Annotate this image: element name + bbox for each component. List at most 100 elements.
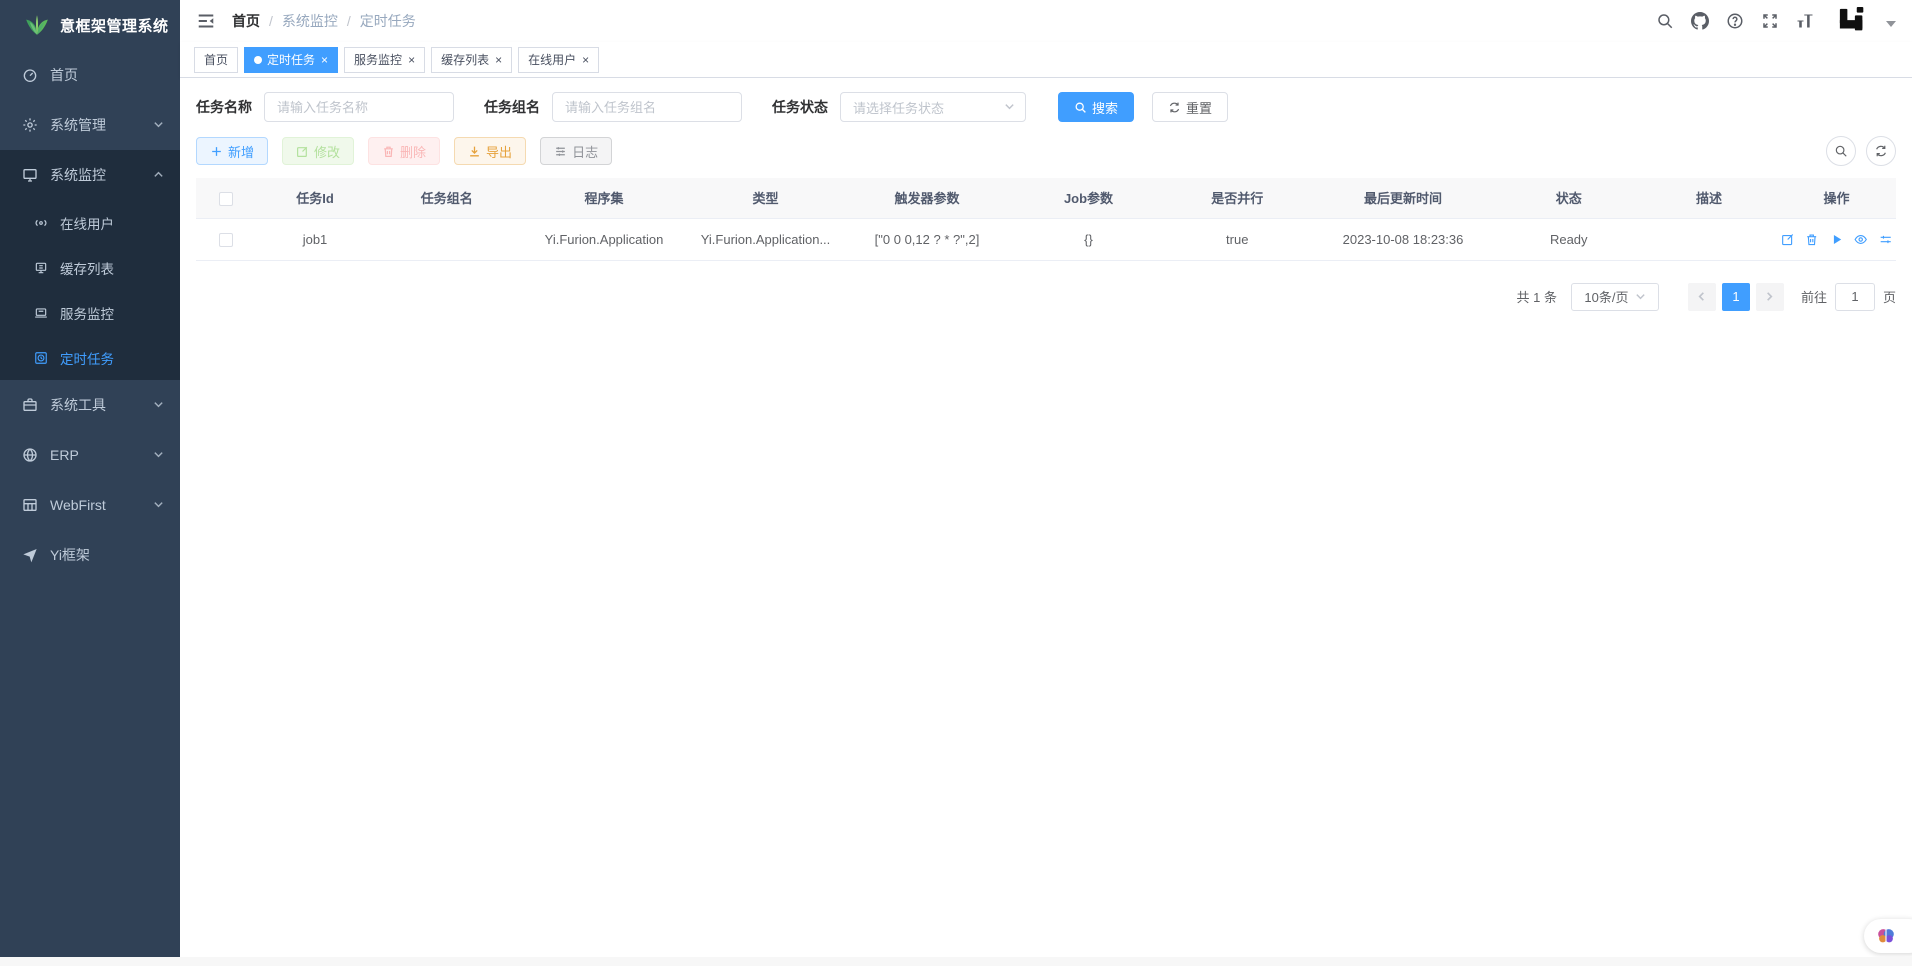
sidebar-item-label: 在线用户 <box>60 213 114 233</box>
sidebar-item-service-monitoring[interactable]: 服务监控 <box>0 290 180 335</box>
sidebar-item-label: 首页 <box>50 65 78 85</box>
row-checkbox[interactable] <box>219 233 233 247</box>
sidebar-collapse-icon[interactable] <box>196 11 216 31</box>
delete-button[interactable]: 删除 <box>368 137 440 165</box>
active-dot <box>254 56 262 64</box>
avatar-caret-icon[interactable] <box>1886 21 1896 27</box>
tab-close-icon[interactable]: × <box>321 54 328 66</box>
filter-task-group: 任务组名 <box>484 92 742 122</box>
task-name-input[interactable] <box>264 92 454 122</box>
cell-task-id: job1 <box>256 218 375 260</box>
task-status-select[interactable]: 请选择任务状态 <box>840 92 1026 122</box>
assistant-widget[interactable] <box>1864 919 1912 953</box>
table-header-row: 任务Id 任务组名 程序集 类型 触发器参数 Job参数 是否并行 最后更新时间… <box>196 178 1896 218</box>
tab-label: 缓存列表 <box>441 51 489 68</box>
screen-icon <box>34 261 48 275</box>
sidebar-item-scheduled-tasks[interactable]: 定时任务 <box>0 335 180 380</box>
help-icon[interactable] <box>1725 12 1744 31</box>
task-log-icon[interactable] <box>1879 232 1892 247</box>
sidebar-item-yi-framework[interactable]: Yi框架 <box>0 530 180 580</box>
sidebar-item-online-users[interactable]: 在线用户 <box>0 200 180 245</box>
goto-page-input[interactable] <box>1835 283 1875 311</box>
sidebar-item-system-monitoring[interactable]: 系统监控 <box>0 150 180 200</box>
sidebar-item-label: 系统工具 <box>50 395 106 415</box>
goto-suffix: 页 <box>1883 287 1896 306</box>
sidebar-item-system-management[interactable]: 系统管理 <box>0 100 180 150</box>
tab-label: 服务监控 <box>354 51 402 68</box>
horizontal-scrollbar[interactable] <box>0 957 1912 966</box>
task-name-label: 任务名称 <box>196 97 252 117</box>
plus-icon <box>210 145 223 158</box>
delete-row-icon[interactable] <box>1805 232 1818 247</box>
edit-button[interactable]: 修改 <box>282 137 354 165</box>
col-job-args: Job参数 <box>1012 178 1165 218</box>
col-concurrent: 是否并行 <box>1165 178 1310 218</box>
headset-icon <box>34 216 48 230</box>
cell-group-name <box>375 218 520 260</box>
navbar: 首页 / 系统监控 / 定时任务 <box>180 0 1912 42</box>
view-icon[interactable] <box>1854 232 1867 247</box>
sidebar-item-home[interactable]: 首页 <box>0 50 180 100</box>
tasks-table: 任务Id 任务组名 程序集 类型 触发器参数 Job参数 是否并行 最后更新时间… <box>196 178 1896 261</box>
font-size-icon[interactable] <box>1795 12 1814 31</box>
log-button[interactable]: 日志 <box>540 137 612 165</box>
refresh-table-button[interactable] <box>1866 136 1896 166</box>
reset-button[interactable]: 重置 <box>1152 92 1228 122</box>
gear-icon <box>22 117 38 133</box>
filter-form: 任务名称 任务组名 任务状态 请选择任务状态 <box>196 92 1896 122</box>
search-icon[interactable] <box>1655 12 1674 31</box>
edit-row-icon[interactable] <box>1781 232 1794 247</box>
cell-concurrent: true <box>1165 218 1310 260</box>
next-page-button[interactable] <box>1756 283 1784 311</box>
list-icon <box>554 145 567 158</box>
breadcrumb-home[interactable]: 首页 <box>232 11 260 31</box>
tab-home[interactable]: 首页 <box>194 47 238 73</box>
export-button[interactable]: 导出 <box>454 137 526 165</box>
breadcrumb-separator: / <box>269 13 273 29</box>
github-icon[interactable] <box>1690 12 1709 31</box>
breadcrumb-current: 定时任务 <box>360 11 416 31</box>
table-row: job1 Yi.Furion.Application Yi.Furion.App… <box>196 218 1896 260</box>
toggle-search-button[interactable] <box>1826 136 1856 166</box>
sidebar-item-label: 系统监控 <box>50 165 106 185</box>
page-number-1[interactable]: 1 <box>1722 283 1750 311</box>
tab-close-icon[interactable]: × <box>495 54 502 66</box>
app-root: 意框架管理系统 首页 系统管理 系统监控 <box>0 0 1912 966</box>
task-status-label: 任务状态 <box>772 97 828 117</box>
run-task-icon[interactable] <box>1830 232 1843 247</box>
goto-page: 前往 页 <box>1801 283 1896 311</box>
add-button[interactable]: 新增 <box>196 137 268 165</box>
table-grid-icon <box>22 497 38 513</box>
prev-page-button[interactable] <box>1688 283 1716 311</box>
sidebar-item-cache-list[interactable]: 缓存列表 <box>0 245 180 290</box>
refresh-icon <box>1168 101 1181 114</box>
search-icon <box>1074 101 1087 114</box>
sidebar-item-erp[interactable]: ERP <box>0 430 180 480</box>
sidebar-item-system-tools[interactable]: 系统工具 <box>0 380 180 430</box>
search-button[interactable]: 搜索 <box>1058 92 1134 122</box>
fullscreen-icon[interactable] <box>1760 12 1779 31</box>
tab-close-icon[interactable]: × <box>582 54 589 66</box>
total-count: 共 1 条 <box>1517 287 1557 306</box>
app-logo[interactable]: 意框架管理系统 <box>0 0 180 50</box>
task-group-input[interactable] <box>552 92 742 122</box>
edit-icon <box>296 145 309 158</box>
sidebar-item-label: 定时任务 <box>60 348 114 368</box>
select-all-checkbox[interactable] <box>219 192 233 206</box>
chevron-down-icon <box>1635 291 1646 302</box>
sidebar-item-webfirst[interactable]: WebFirst <box>0 480 180 530</box>
trash-icon <box>382 145 395 158</box>
col-description: 描述 <box>1641 178 1777 218</box>
tab-close-icon[interactable]: × <box>408 54 415 66</box>
page-size-select[interactable]: 10条/页 <box>1571 283 1659 311</box>
tab-service-monitoring[interactable]: 服务监控 × <box>344 47 425 73</box>
tab-scheduled-tasks[interactable]: 定时任务 × <box>244 47 338 73</box>
cell-type: Yi.Furion.Application... <box>689 218 842 260</box>
filter-task-name: 任务名称 <box>196 92 454 122</box>
tab-label: 在线用户 <box>528 51 576 68</box>
navbar-actions <box>1655 6 1896 36</box>
cell-status: Ready <box>1497 218 1642 260</box>
tab-online-users[interactable]: 在线用户 × <box>518 47 599 73</box>
tab-cache-list[interactable]: 缓存列表 × <box>431 47 512 73</box>
user-avatar[interactable] <box>1838 6 1868 36</box>
